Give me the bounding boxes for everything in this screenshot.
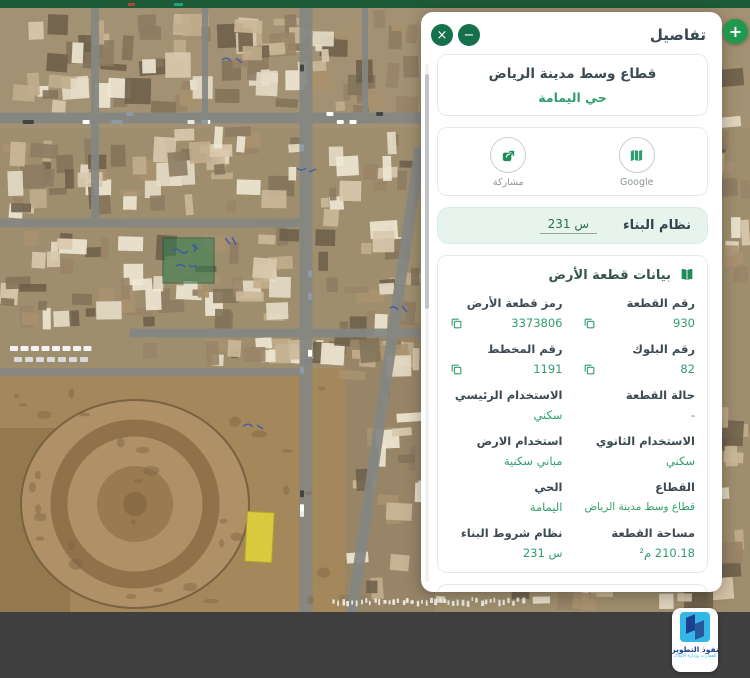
field-value: 3373806: [511, 316, 562, 330]
chrome-speck-teal: [174, 3, 183, 6]
map-zoom-in-button[interactable]: +: [723, 19, 748, 44]
field-district: الحي اليمامة: [450, 480, 563, 514]
field-parcel-code: رمز قطعة الأرض 3373806: [450, 296, 563, 330]
yellow-building: [245, 511, 275, 562]
selected-parcel-overlay[interactable]: [163, 238, 214, 283]
close-icon: ×: [437, 29, 448, 42]
field-parcel-status: حالة القطعة -: [583, 388, 696, 422]
parcel-fields-grid: رقم القطعة 930 رمز قطعة الأرض 3373806 رق…: [450, 296, 695, 560]
close-button[interactable]: ×: [431, 24, 453, 46]
field-value: قطاع وسط مدينة الرياض: [584, 501, 695, 513]
field-value: مباني سكنية: [504, 454, 563, 468]
plus-icon: +: [729, 22, 742, 41]
field-block-number: رقم البلوك 82: [583, 342, 696, 376]
field-main-use: الاستخدام الرئيسي سكني: [450, 388, 563, 422]
share-icon: [490, 137, 526, 173]
sector-title: قطاع وسط مدينة الرياض: [448, 66, 697, 82]
google-maps-icon: [619, 137, 655, 173]
field-value: اليمامة: [530, 500, 563, 514]
panel-title: تفاصيل: [650, 26, 706, 44]
field-value: -: [691, 408, 695, 422]
parcel-section-title: بيانات قطعة الأرض: [549, 268, 671, 283]
building-system-label: نظام البناء: [623, 218, 691, 233]
field-plan-number: رقم المخطط 1191: [450, 342, 563, 376]
field-sector: القطاع قطاع وسط مدينة الرياض: [583, 480, 696, 514]
minimize-icon: −: [464, 29, 475, 42]
copy-icon[interactable]: [450, 317, 463, 330]
location-card: قطاع وسط مدينة الرياض حي اليمامة: [437, 54, 708, 116]
top-chrome-strip: [0, 0, 750, 8]
field-value: 1191: [533, 362, 562, 376]
field-value: 930: [673, 316, 695, 330]
field-secondary-use: الاستخدام الثانوي سكني: [583, 434, 696, 468]
field-land-use: استخدام الارض مباني سكنية: [450, 434, 563, 468]
brand-logo-title: نفوذ التطوير: [671, 645, 718, 654]
chrome-speck-red: [128, 3, 135, 6]
field-value: 82: [680, 362, 695, 376]
share-label: مشاركة: [493, 177, 524, 188]
copy-icon[interactable]: [450, 363, 463, 376]
field-value: س 231: [523, 546, 563, 560]
parcel-section-header: بيانات قطعة الأرض: [450, 267, 695, 283]
circular-field: [21, 400, 249, 608]
actions-card: Google مشاركة: [437, 127, 708, 196]
panel-scrollbar-thumb[interactable]: [425, 74, 429, 309]
brand-logo: نفوذ التطوير للعقارات وإدارة الأملاك: [672, 608, 718, 672]
panel-body: قطاع وسط مدينة الرياض حي اليمامة Google: [421, 54, 722, 592]
share-button[interactable]: مشاركة: [490, 137, 526, 188]
parcel-data-card: بيانات قطعة الأرض رقم القطعة 930 رمز قطع…: [437, 255, 708, 573]
bottom-bar: [0, 612, 750, 678]
minimize-button[interactable]: −: [458, 24, 480, 46]
details-panel: تفاصيل − × قطاع وسط مدينة الرياض حي اليم…: [421, 12, 722, 592]
copy-icon[interactable]: [583, 363, 596, 376]
field-building-conditions: نظام شروط البناء س 231: [450, 526, 563, 560]
brand-logo-icon: [680, 612, 710, 642]
building-system-link[interactable]: س 231: [540, 217, 597, 234]
field-value: 210.18 م²: [639, 546, 695, 560]
district-title: حي اليمامة: [448, 90, 697, 105]
field-parcel-number: رقم القطعة 930: [583, 296, 696, 330]
brand-logo-subtitle: للعقارات وإدارة الأملاك: [673, 654, 716, 659]
field-value: سكني: [533, 408, 562, 422]
field-value: سكني: [666, 454, 695, 468]
book-icon: [679, 267, 695, 283]
building-system-bar: نظام البناء س 231: [437, 207, 708, 244]
google-maps-label: Google: [620, 177, 654, 188]
national-address-card[interactable]: بيانات العنوان الوطني: [437, 584, 708, 592]
details-panel-header: تفاصيل − ×: [421, 12, 722, 54]
copy-icon[interactable]: [583, 317, 596, 330]
field-parcel-area: مساحة القطعة 210.18 م²: [583, 526, 696, 560]
google-maps-button[interactable]: Google: [619, 137, 655, 188]
